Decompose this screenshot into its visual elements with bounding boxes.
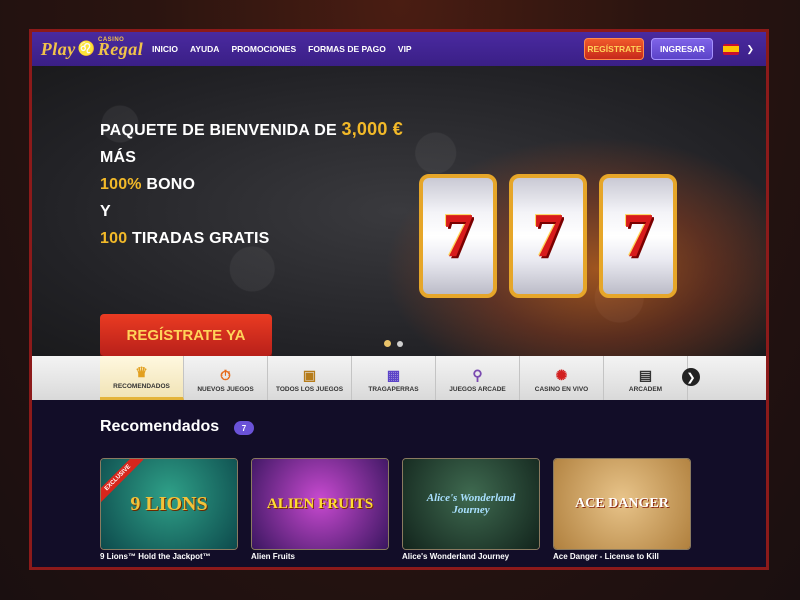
game-title[interactable]: Alice's Wonderland Journey [402, 552, 509, 561]
reel-1: 7 [419, 174, 497, 298]
game-thumbnail: ACE DANGER [554, 459, 690, 549]
play-regal-logo[interactable]: Play ♌ Regal CASINO [32, 32, 152, 66]
offer-line-2: MÁS [100, 149, 137, 166]
category-juegos-arcade[interactable]: ⚲ JUEGOS ARCADE [436, 356, 520, 400]
login-button[interactable]: INGRESAR [651, 38, 714, 60]
category-nuevos-juegos[interactable]: ⏱ NUEVOS JUEGOS [184, 356, 268, 400]
game-title[interactable]: Ace Danger - License to Kill [553, 552, 659, 561]
offer-line-1: PAQUETE DE BIENVENIDA DE 3,000 € [100, 116, 403, 144]
stopwatch-icon: ⏱ [220, 367, 231, 383]
arcade-cabinet-icon: ▤ [638, 367, 653, 383]
category-label: JUEGOS ARCADE [449, 386, 506, 393]
free-spins-label: TIRADAS GRATIS [127, 230, 270, 247]
category-label: NUEVOS JUEGOS [197, 386, 254, 393]
game-tile-9-lions[interactable]: 9 LIONS EXCLUSIVE [100, 458, 238, 550]
offer-line-1-prefix: PAQUETE DE BIENVENIDA DE [100, 122, 342, 139]
nav-promociones[interactable]: PROMOCIONES [231, 44, 296, 54]
casino-page-frame: Play ♌ Regal CASINO INICIO AYUDA PROMOCI… [29, 29, 769, 570]
game-thumbnail: ALIEN FRUITS [252, 459, 388, 549]
joystick-icon: ⚲ [472, 367, 483, 383]
reel-3: 7 [599, 174, 677, 298]
category-label: TRAGAPERRAS [368, 386, 419, 393]
treasure-chest-icon: ▣ [302, 367, 317, 383]
reel-2: 7 [509, 174, 587, 298]
offer-line-3: 100% BONO [100, 171, 403, 198]
nav-formas-de-pago[interactable]: FORMAS DE PAGO [308, 44, 386, 54]
slot-machine-graphic: 7 7 7 [367, 126, 766, 386]
category-recomendados[interactable]: ♛ RECOMENDADOS [100, 356, 184, 400]
category-todos-los-juegos[interactable]: ▣ TODOS LOS JUEGOS [268, 356, 352, 400]
lion-crest-icon: ♌ [77, 41, 96, 57]
hero-banner: PAQUETE DE BIENVENIDA DE 3,000 € MÁS 100… [32, 66, 766, 386]
category-bar: ♛ RECOMENDADOS ⏱ NUEVOS JUEGOS ▣ TODOS L… [32, 356, 766, 400]
game-title[interactable]: 9 Lions™ Hold the Jackpot™ [100, 552, 211, 561]
category-label: ARCADEM [628, 386, 663, 393]
roulette-chip-icon: ✺ [555, 367, 568, 383]
logo-play: Play [40, 38, 76, 59]
categories-next-arrow-icon[interactable]: ❯ [682, 368, 700, 386]
nav-ayuda[interactable]: AYUDA [190, 44, 219, 54]
offer-line-5: 100 TIRADAS GRATIS [100, 225, 403, 252]
category-casino-en-vivo[interactable]: ✺ CASINO EN VIVO [520, 356, 604, 400]
category-label: CASINO EN VIVO [534, 386, 589, 393]
carousel-dots [384, 340, 403, 347]
nav-vip[interactable]: VIP [398, 44, 412, 54]
game-thumbnail: Alice's Wonderland Journey [403, 459, 539, 549]
crown-icon: ♛ [135, 364, 148, 380]
game-title[interactable]: Alien Fruits [251, 552, 295, 561]
carousel-dot-1[interactable] [384, 340, 391, 347]
category-arcadem[interactable]: ▤ ARCADEM [604, 356, 688, 400]
bonus-percent: 100% [100, 176, 142, 193]
game-tile-ace-danger[interactable]: ACE DANGER [553, 458, 691, 550]
game-tile-alien-fruits[interactable]: ALIEN FRUITS [251, 458, 389, 550]
recommended-count-badge: 7 [234, 421, 254, 435]
offer-line-4: Y [100, 203, 111, 220]
main-nav: INICIO AYUDA PROMOCIONES FORMAS DE PAGO … [152, 44, 412, 54]
welcome-offer-text: PAQUETE DE BIENVENIDA DE 3,000 € MÁS 100… [100, 116, 403, 252]
language-chevron-down-icon[interactable]: ❯ [746, 44, 754, 55]
logo-casino-label: CASINO [98, 37, 125, 43]
game-tile-alices-wonderland[interactable]: Alice's Wonderland Journey [402, 458, 540, 550]
nav-inicio[interactable]: INICIO [152, 44, 178, 54]
spain-flag-icon[interactable] [723, 43, 740, 55]
category-tragaperras[interactable]: ▦ TRAGAPERRAS [352, 356, 436, 400]
header-actions: REGÍSTRATE INGRESAR ❯ [584, 38, 766, 60]
category-label: TODOS LOS JUEGOS [275, 386, 344, 393]
register-now-button[interactable]: REGÍSTRATE YA [100, 314, 272, 356]
recommended-heading: Recomendados [100, 418, 220, 435]
register-button[interactable]: REGÍSTRATE [584, 38, 645, 60]
free-spins-count: 100 [100, 230, 128, 247]
slot-machine-icon: ▦ [386, 367, 401, 383]
top-navigation-bar: Play ♌ Regal CASINO INICIO AYUDA PROMOCI… [32, 32, 766, 66]
bonus-label: BONO [141, 176, 196, 193]
carousel-dot-2[interactable] [397, 341, 403, 347]
category-label: RECOMENDADOS [113, 383, 170, 390]
